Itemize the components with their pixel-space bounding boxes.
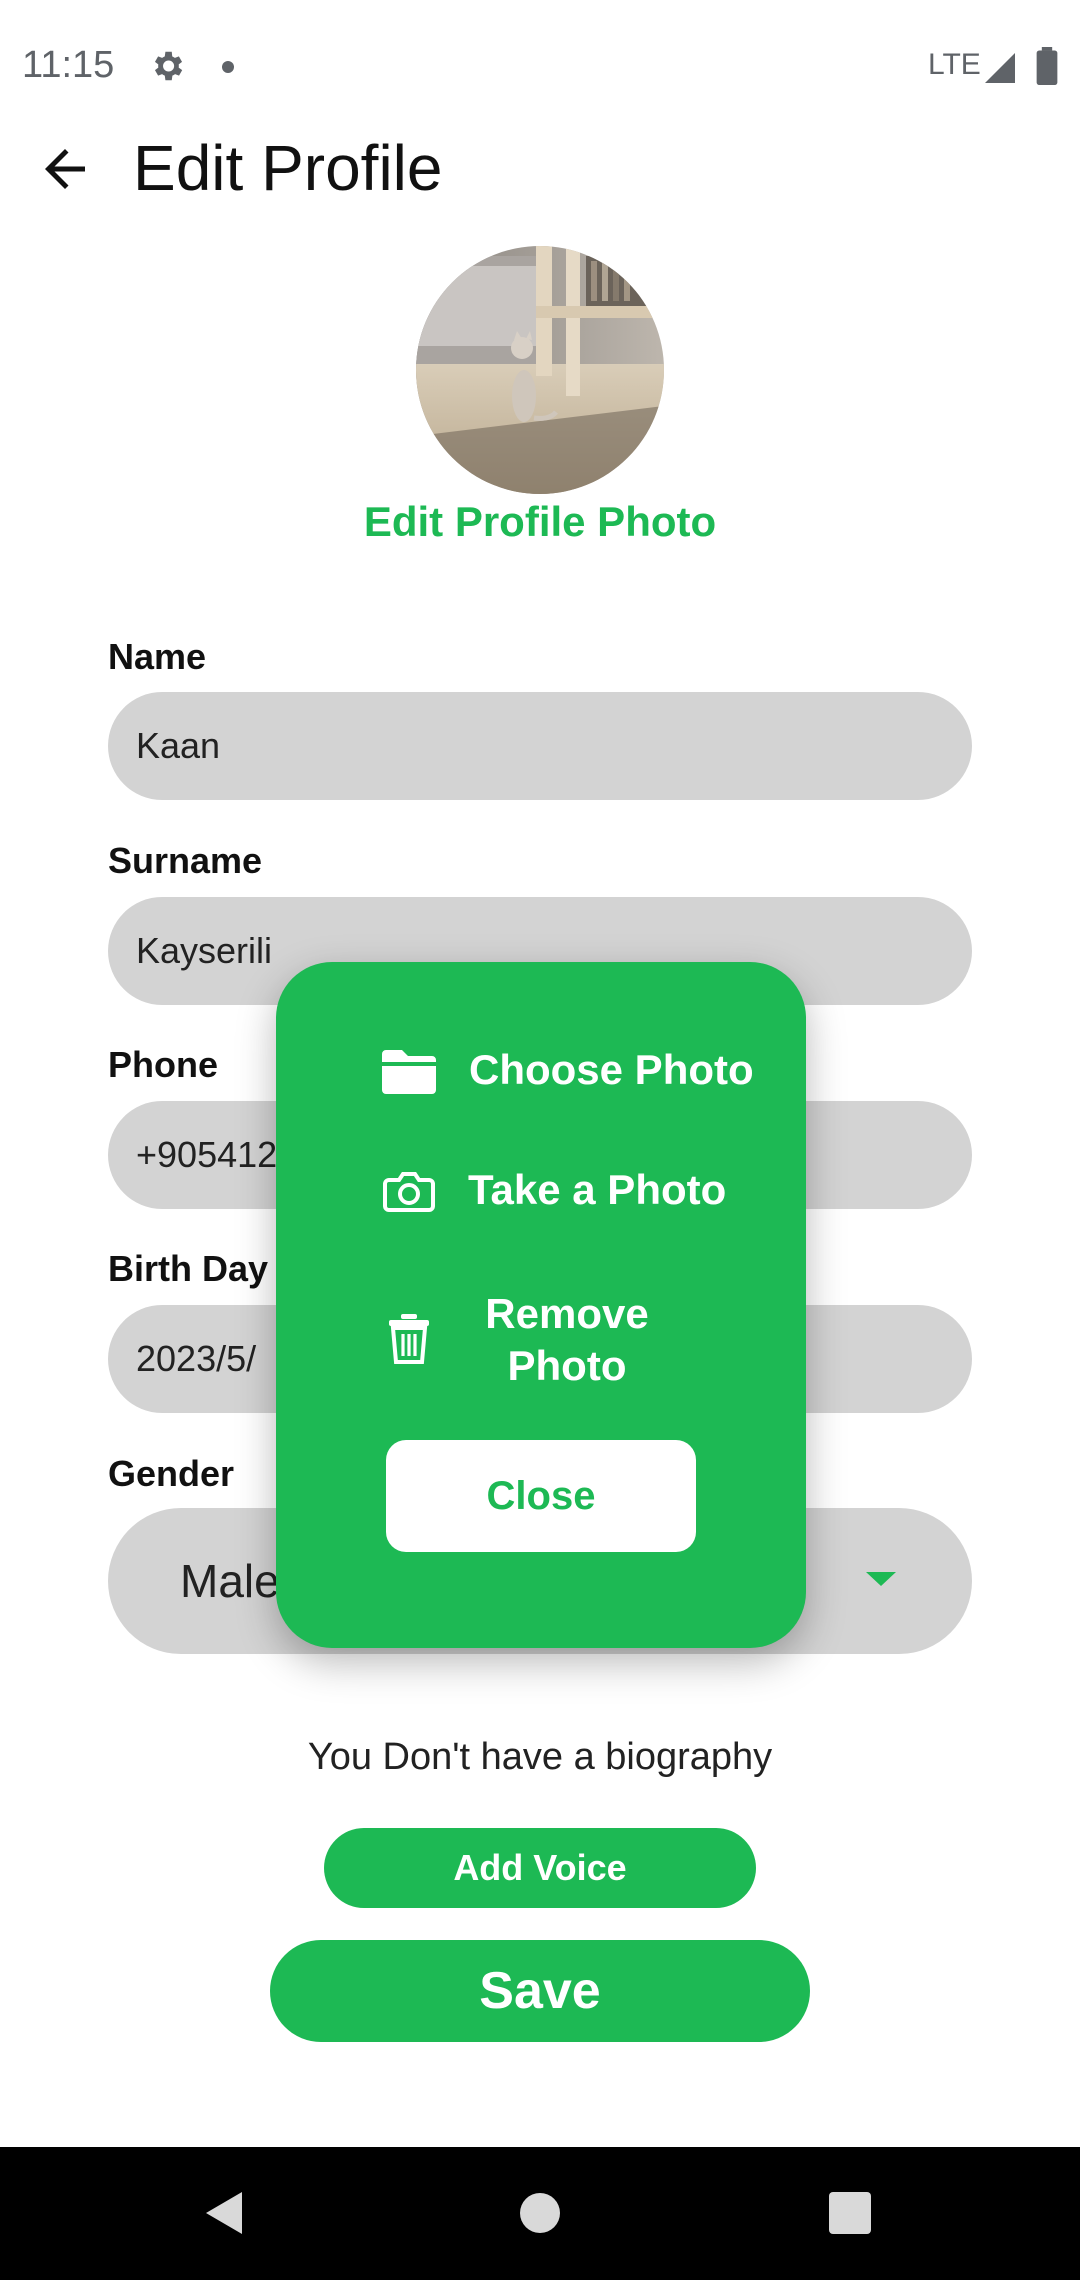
edit-profile-photo-link[interactable]: Edit Profile Photo: [0, 498, 1080, 546]
status-time: 11:15: [22, 44, 115, 86]
name-label: Name: [108, 636, 207, 677]
remove-photo-label-line1: Remove: [485, 1290, 649, 1337]
network-type: LTE: [928, 48, 981, 81]
close-dialog-button[interactable]: Close: [386, 1440, 696, 1552]
page-title: Edit Profile: [133, 132, 443, 204]
gender-label: Gender: [108, 1453, 235, 1494]
profile-avatar[interactable]: [416, 246, 664, 494]
battery-icon: [1036, 47, 1058, 85]
nav-back-icon: [206, 2192, 242, 2234]
take-photo-label: Take a Photo: [468, 1166, 727, 1213]
gear-icon: [154, 51, 183, 81]
app-bar: Edit Profile: [0, 110, 1080, 210]
nav-home-icon: [520, 2193, 560, 2233]
nav-home-button[interactable]: [504, 2177, 576, 2249]
phone-label: Phone: [108, 1044, 219, 1085]
trash-icon: [382, 1312, 436, 1366]
birthday-label: Birth Day: [108, 1248, 269, 1289]
name-field[interactable]: Kaan: [108, 692, 972, 800]
avatar-photo: [416, 246, 664, 494]
phone-value: +905412: [136, 1134, 278, 1175]
notification-dot-icon: [222, 61, 234, 73]
surname-label: Surname: [108, 840, 263, 881]
nav-recents-button[interactable]: [814, 2177, 886, 2249]
choose-photo-label: Choose Photo: [469, 1046, 754, 1093]
signal-icon: [985, 53, 1015, 83]
remove-photo-option[interactable]: Remove Photo: [276, 1288, 806, 1398]
system-nav-bar: [0, 2147, 1080, 2280]
choose-photo-option[interactable]: Choose Photo: [276, 1034, 806, 1108]
remove-photo-label: Remove Photo: [472, 1288, 662, 1392]
gender-value: Male: [180, 1555, 280, 1607]
nav-back-button[interactable]: [188, 2177, 260, 2249]
arrow-left-icon: [45, 149, 85, 189]
back-button[interactable]: [28, 132, 102, 206]
name-value: Kaan: [136, 725, 221, 766]
take-photo-option[interactable]: Take a Photo: [276, 1154, 806, 1228]
photo-options-dialog: Choose Photo Take a Photo Remove Photo C…: [276, 962, 806, 1648]
nav-recents-icon: [829, 2192, 871, 2234]
surname-value: Kayserili: [136, 930, 273, 971]
camera-icon: [382, 1164, 436, 1218]
folder-icon: [382, 1044, 436, 1098]
birthday-value: 2023/5/: [136, 1338, 257, 1379]
remove-photo-label-line2: Photo: [507, 1342, 627, 1389]
save-button[interactable]: Save: [270, 1940, 810, 2042]
caret-down-icon: [866, 1572, 896, 1586]
biography-empty-text: You Don't have a biography: [307, 1736, 773, 1778]
add-voice-button[interactable]: Add Voice: [324, 1828, 756, 1908]
